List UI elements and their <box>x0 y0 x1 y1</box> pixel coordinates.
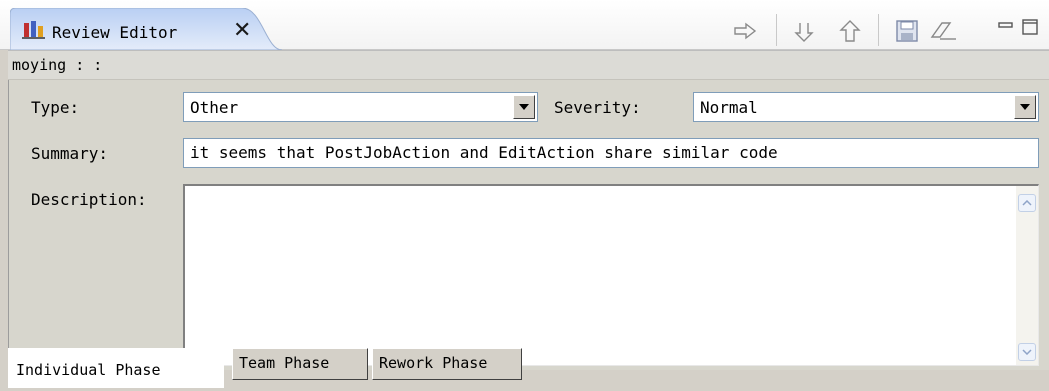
severity-label: Severity: <box>554 98 641 117</box>
toolbar-separator <box>776 14 777 46</box>
summary-label: Summary: <box>31 144 109 163</box>
maximize-icon[interactable] <box>1020 14 1040 40</box>
review-form: Type: Other Severity: Normal Summary: it… <box>8 80 1049 370</box>
chevron-down-icon[interactable] <box>513 95 535 119</box>
type-label: Type: <box>31 98 80 117</box>
severity-select[interactable]: Normal <box>693 92 1039 122</box>
scroll-up-icon[interactable] <box>1018 194 1036 212</box>
tab-individual-phase[interactable]: Individual Phase <box>8 348 224 388</box>
previous-up-icon[interactable] <box>838 18 864 44</box>
severity-value: Normal <box>700 98 758 117</box>
type-select[interactable]: Other <box>183 92 538 122</box>
next-down-icon[interactable] <box>794 18 820 44</box>
type-value: Other <box>190 98 239 117</box>
editor-tab-title: Review Editor <box>52 23 178 42</box>
review-owner-line: moying : : <box>8 50 1049 80</box>
review-editor-icon <box>22 20 46 40</box>
tab-team-phase[interactable]: Team Phase <box>232 348 368 380</box>
tab-rework-phase[interactable]: Rework Phase <box>372 348 522 380</box>
clear-icon[interactable] <box>928 18 958 44</box>
review-editor-content: moying : : Type: Other Severity: Normal … <box>0 50 1049 391</box>
save-icon[interactable] <box>894 18 920 44</box>
chevron-down-icon[interactable] <box>1014 95 1036 119</box>
toolbar-separator <box>878 14 879 46</box>
description-label: Description: <box>31 190 147 209</box>
editor-tab[interactable]: Review Editor ✕ <box>10 8 282 50</box>
description-textarea[interactable] <box>183 184 1039 366</box>
editor-tab-strip: Review Editor ✕ <box>0 0 1049 50</box>
description-scrollbar[interactable] <box>1016 186 1038 365</box>
minimize-icon[interactable] <box>997 14 1015 40</box>
summary-field[interactable]: it seems that PostJobAction and EditActi… <box>183 138 1039 168</box>
phase-tab-bar: Individual Phase Team Phase Rework Phase <box>8 348 1049 391</box>
close-icon[interactable]: ✕ <box>233 18 251 43</box>
next-arrow-icon[interactable] <box>733 18 759 44</box>
